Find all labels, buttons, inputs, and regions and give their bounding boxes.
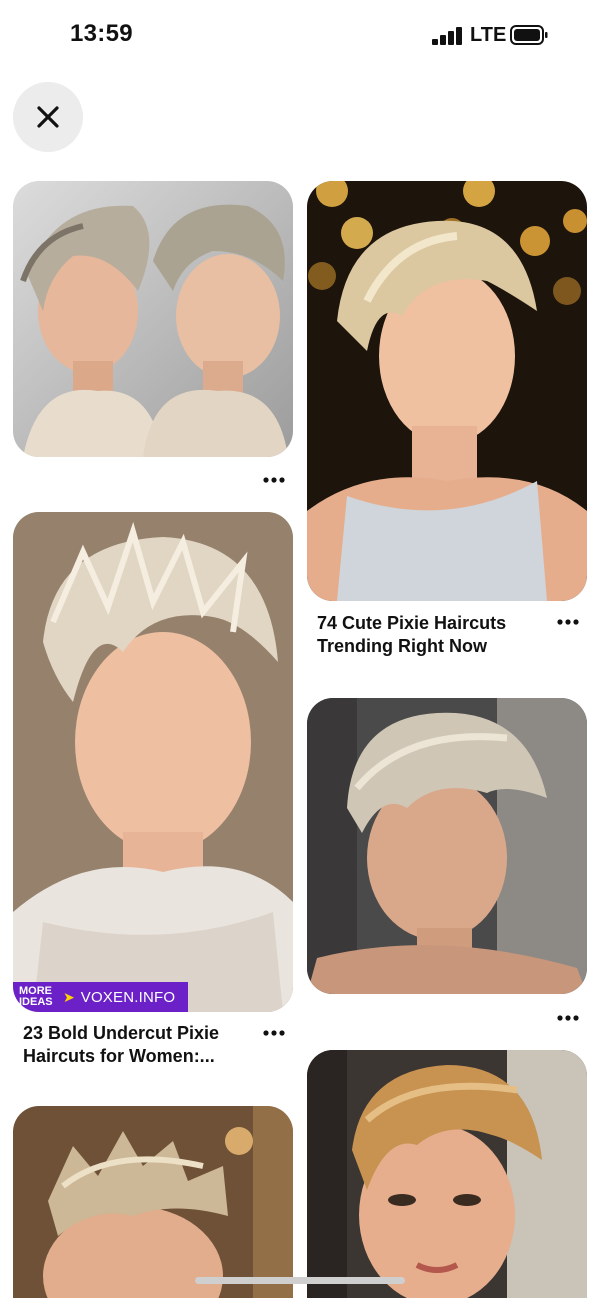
close-icon bbox=[37, 106, 59, 128]
pin-title-line: 74 Cute Pixie Haircuts bbox=[317, 613, 507, 633]
battery-icon bbox=[510, 25, 548, 45]
more-button[interactable] bbox=[551, 1008, 585, 1028]
more-button[interactable] bbox=[551, 612, 585, 632]
more-button[interactable] bbox=[257, 470, 291, 490]
pin-image[interactable] bbox=[13, 512, 293, 1012]
pin-image[interactable] bbox=[307, 698, 587, 994]
pin-title[interactable]: 74 Cute Pixie Haircuts Trending Right No… bbox=[317, 612, 547, 658]
home-indicator[interactable] bbox=[195, 1277, 405, 1284]
pin-title-line: 23 Bold Undercut Pixie bbox=[23, 1023, 220, 1043]
status-time: 13:59 bbox=[70, 20, 133, 47]
pin-title-line: Trending Right Now bbox=[317, 636, 487, 656]
attribution-badge[interactable]: MORE IDEAS ➤ VOXEN.INFO bbox=[13, 982, 188, 1012]
pin-image[interactable] bbox=[307, 181, 587, 601]
network-label: LTE bbox=[470, 24, 507, 46]
signal-icon bbox=[432, 27, 464, 45]
more-ideas-label: MORE IDEAS bbox=[19, 985, 53, 1008]
pin-image[interactable] bbox=[307, 1050, 587, 1298]
more-button[interactable] bbox=[257, 1023, 291, 1043]
attribution-site: VOXEN.INFO bbox=[80, 988, 176, 1006]
more-horizontal-icon bbox=[557, 619, 579, 625]
status-bar: 13:59 LTE bbox=[0, 0, 600, 70]
pin-image[interactable] bbox=[13, 181, 293, 457]
close-button[interactable] bbox=[13, 82, 83, 152]
more-horizontal-icon bbox=[557, 1015, 579, 1021]
more-horizontal-icon bbox=[263, 477, 285, 483]
pin-image[interactable] bbox=[13, 1106, 293, 1298]
arrow-right-icon: ➤ bbox=[63, 988, 75, 1005]
pin-title-line: Haircuts for Women:... bbox=[23, 1046, 215, 1066]
more-horizontal-icon bbox=[263, 1030, 285, 1036]
pin-title[interactable]: 23 Bold Undercut Pixie Haircuts for Wome… bbox=[23, 1022, 253, 1068]
